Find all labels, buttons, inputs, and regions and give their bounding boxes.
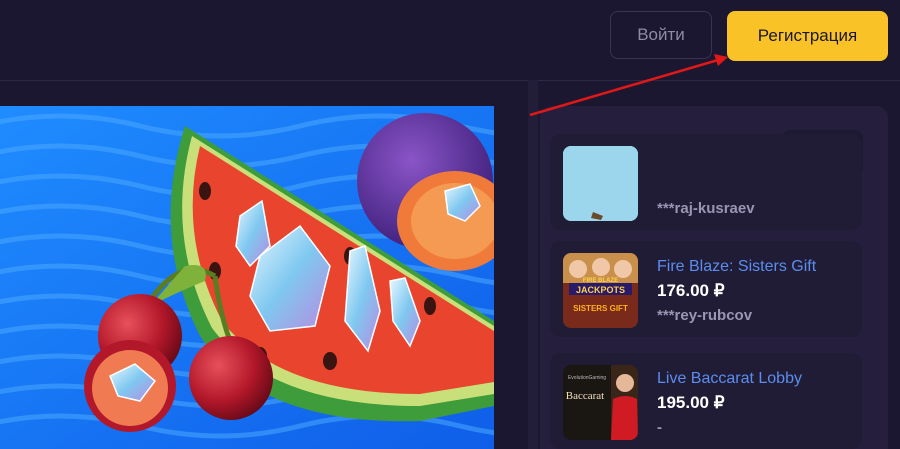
scrollbar-track[interactable]: [528, 80, 538, 449]
register-button[interactable]: Регистрация: [727, 11, 888, 61]
game-thumbnail[interactable]: EvolutionGaming Baccarat: [563, 365, 638, 440]
winner-username: ***rey-rubcov: [657, 307, 753, 324]
recent-wins-panel: ***raj-kusraev FIRE BLAZE JACKPOTS SISTE…: [540, 106, 888, 449]
win-amount: 176.00 ₽: [657, 281, 725, 300]
thumb-text: Baccarat: [566, 390, 604, 402]
thumb-text: JACKPOTS: [576, 285, 625, 295]
thumb-text: FIRE BLAZE: [583, 278, 618, 284]
win-amount: 195.00 ₽: [657, 393, 725, 412]
promo-banner[interactable]: [0, 106, 494, 449]
fruit-banner-illustration: [0, 106, 494, 449]
thumb-text: EvolutionGaming: [568, 375, 606, 381]
winner-username: -: [657, 419, 662, 436]
win-card[interactable]: FIRE BLAZE JACKPOTS SISTERS GIFT Fire Bl…: [550, 241, 862, 337]
top-header: Войти Регистрация: [0, 0, 900, 81]
thumb-text: SISTERS GIFT: [573, 304, 628, 313]
winner-username: ***raj-kusraev: [657, 200, 755, 217]
game-title-link[interactable]: Fire Blaze: Sisters Gift: [657, 258, 816, 276]
game-thumbnail[interactable]: FIRE BLAZE JACKPOTS SISTERS GIFT: [563, 253, 638, 328]
game-thumbnail[interactable]: [563, 146, 638, 221]
game-title-link[interactable]: Live Baccarat Lobby: [657, 370, 802, 388]
login-button[interactable]: Войти: [610, 11, 712, 59]
win-card[interactable]: ***raj-kusraev: [550, 134, 862, 230]
win-card[interactable]: EvolutionGaming Baccarat Live Baccarat L…: [550, 353, 862, 449]
